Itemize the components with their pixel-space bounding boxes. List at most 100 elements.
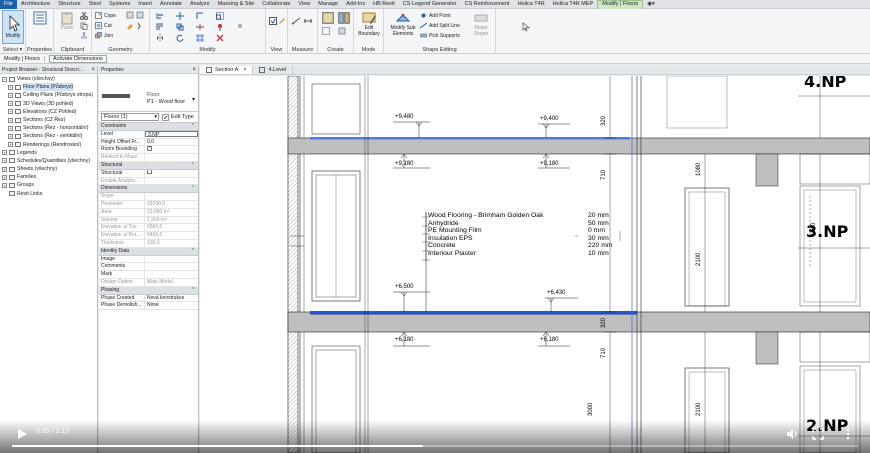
- pin-icon[interactable]: [216, 23, 224, 31]
- offset-icon[interactable]: [156, 23, 164, 31]
- join-button[interactable]: Join: [95, 31, 113, 40]
- material-tag-note[interactable]: Wood Flooring - Brimham Golden Oak 20 mm A…: [428, 212, 628, 258]
- expand-icon[interactable]: +: [8, 92, 13, 98]
- close-icon[interactable]: ×: [91, 66, 95, 73]
- create-similar-icon[interactable]: [338, 27, 346, 35]
- demolish-icon[interactable]: [136, 22, 144, 30]
- ribbon-tab[interactable]: CS Reinforcement: [461, 0, 514, 9]
- expand-icon[interactable]: +: [2, 174, 7, 180]
- checkbox[interactable]: [147, 169, 152, 174]
- collapse-icon[interactable]: ⌃: [191, 185, 195, 193]
- ribbon-tab[interactable]: Architecture: [17, 0, 54, 9]
- modify-sub-elements-button[interactable]: Modify Sub Elements: [390, 11, 416, 41]
- property-section-header[interactable]: Phasing ⌃: [99, 286, 198, 295]
- fullscreen-icon[interactable]: [812, 428, 824, 440]
- cut-geometry-button[interactable]: Cut: [95, 21, 112, 30]
- play-icon[interactable]: [16, 428, 28, 440]
- browser-tree-item[interactable]: + Renderings (Rendrování): [0, 141, 97, 149]
- hide-element-icon[interactable]: [269, 17, 277, 25]
- ribbon-overflow-icon[interactable]: ◉▾: [643, 0, 659, 9]
- modify-button[interactable]: Modify: [2, 10, 24, 44]
- browser-tree-item[interactable]: − Views (všechny): [0, 75, 97, 83]
- ribbon-tab[interactable]: Add-Ins: [342, 0, 369, 9]
- volume-icon[interactable]: [786, 428, 798, 440]
- activate-dimensions-button[interactable]: Activate Dimensions: [48, 54, 107, 63]
- browser-tree-item[interactable]: + Sections (Řez - vertikální): [0, 132, 97, 140]
- create-assembly-icon[interactable]: [322, 12, 334, 24]
- ribbon-tab[interactable]: Steel: [85, 0, 106, 9]
- browser-tree-item[interactable]: + Families: [0, 173, 97, 181]
- ribbon-tab[interactable]: Holica T4R: [514, 0, 549, 9]
- property-section-header[interactable]: Structural ⌃: [99, 161, 198, 170]
- property-value[interactable]: [145, 271, 198, 278]
- collapse-icon[interactable]: ⌃: [191, 248, 195, 256]
- paint-icon[interactable]: [126, 22, 134, 30]
- property-value[interactable]: [145, 146, 198, 153]
- property-section-header[interactable]: Constraints ⌃: [99, 123, 198, 131]
- browser-tree-item[interactable]: + Legends: [0, 149, 97, 157]
- expand-icon[interactable]: +: [8, 101, 13, 107]
- expand-icon[interactable]: +: [8, 84, 13, 90]
- instance-filter-select[interactable]: Floors (1) ▾: [101, 113, 159, 121]
- browser-tree-item[interactable]: + Floor Plans (Půdorys): [0, 83, 97, 92]
- collapse-icon[interactable]: −: [2, 76, 7, 82]
- collapse-icon[interactable]: ⌃: [191, 123, 195, 131]
- cope-button[interactable]: Cope: [95, 11, 116, 20]
- create-parts-icon[interactable]: [338, 12, 350, 24]
- ribbon-tab[interactable]: Insert: [134, 0, 156, 9]
- expand-icon[interactable]: +: [2, 150, 7, 156]
- close-icon[interactable]: ×: [192, 66, 196, 73]
- aligned-dimension-icon[interactable]: [304, 17, 312, 25]
- add-point-button[interactable]: Add Point: [420, 11, 451, 20]
- ribbon-tab[interactable]: CS Legend Generator: [399, 0, 461, 9]
- split-icon[interactable]: [196, 23, 204, 31]
- expand-icon[interactable]: +: [8, 117, 13, 123]
- expand-icon[interactable]: +: [8, 133, 13, 139]
- ribbon-tab[interactable]: Massing & Site: [214, 0, 259, 9]
- collapse-icon[interactable]: ⌃: [191, 162, 195, 170]
- more-options-icon[interactable]: [842, 428, 854, 440]
- pencil-icon[interactable]: [278, 17, 286, 25]
- browser-tree-item[interactable]: + Ceiling Plans (Půdorys stropu): [0, 91, 97, 99]
- edit-type-button[interactable]: Edit Type: [162, 113, 194, 121]
- ribbon-tab[interactable]: File: [0, 0, 17, 9]
- expand-icon[interactable]: +: [2, 183, 7, 189]
- cut-icon[interactable]: [80, 12, 88, 20]
- array-icon[interactable]: [196, 34, 204, 42]
- mirror-axis-icon[interactable]: [156, 34, 164, 42]
- browser-tree-item[interactable]: +3D Views (3D pohled): [0, 100, 97, 108]
- browser-tree-item[interactable]: Revit Links: [0, 190, 97, 198]
- browser-tree-item[interactable]: + Schedules/Quantities (všechny): [0, 157, 97, 165]
- align-icon[interactable]: [156, 12, 164, 20]
- reset-shape-button[interactable]: Reset Shape: [470, 11, 492, 41]
- ribbon-tab[interactable]: Collaborate: [258, 0, 294, 9]
- copy-icon[interactable]: [80, 22, 88, 30]
- ribbon-tab[interactable]: Analyze: [186, 0, 214, 9]
- split-face-icon[interactable]: [136, 11, 144, 19]
- property-value[interactable]: Nová konstrukce: [145, 295, 198, 302]
- delete-icon[interactable]: [216, 34, 224, 42]
- ribbon-tab[interactable]: View: [294, 0, 314, 9]
- ribbon-tab[interactable]: Holica T4R MEP: [549, 0, 598, 9]
- browser-tree-item[interactable]: + Sheets (všechny): [0, 165, 97, 173]
- add-split-line-button[interactable]: Add Split Line: [420, 21, 460, 30]
- property-section-header[interactable]: Identity Data ⌃: [99, 247, 198, 256]
- browser-tree-item[interactable]: + Sections (Řez - horizontální): [0, 124, 97, 132]
- properties-button[interactable]: [29, 11, 51, 41]
- ribbon-tab[interactable]: Annotate: [156, 0, 186, 9]
- property-value[interactable]: 3.NP: [145, 131, 198, 138]
- ribbon-tab[interactable]: Systems: [105, 0, 134, 9]
- measure-icon[interactable]: [292, 17, 300, 25]
- property-section-header[interactable]: Dimensions ⌃: [99, 185, 198, 194]
- property-value[interactable]: [145, 263, 198, 270]
- create-group-icon[interactable]: [322, 27, 330, 35]
- pick-supports-button[interactable]: Pick Supports: [420, 31, 460, 40]
- unpin-icon[interactable]: [236, 23, 244, 31]
- close-icon[interactable]: ×: [243, 66, 246, 75]
- section-view-canvas[interactable]: 4.NP 3.NP 2.NP +9,480 +9,400 +9,180 +9,1…: [200, 76, 870, 453]
- ribbon-tab[interactable]: Modify | Floors: [597, 0, 644, 9]
- trim-icon[interactable]: [196, 12, 204, 20]
- rotate-icon[interactable]: [176, 34, 184, 42]
- expand-icon[interactable]: +: [2, 166, 7, 172]
- edit-boundary-button[interactable]: Edit Boundary: [358, 11, 380, 41]
